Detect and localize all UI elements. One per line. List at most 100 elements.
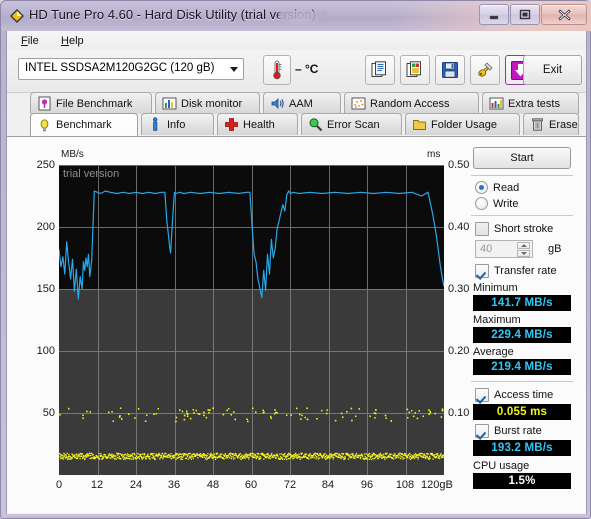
- copy-pages-icon[interactable]: [365, 55, 395, 85]
- tab-row-primary: Benchmark Info Health Error Scan Folder …: [7, 113, 586, 136]
- x-tick-108: 108: [395, 479, 415, 491]
- y2-axis-unit-label: ms: [427, 149, 441, 160]
- short-stroke-label: Short stroke: [494, 223, 554, 235]
- plot-svg: [59, 165, 444, 475]
- tab-erase[interactable]: Erase: [523, 113, 579, 135]
- menu-help[interactable]: Help: [55, 34, 90, 48]
- title-blurred-text: [279, 11, 327, 23]
- y-axis-unit-label: MB/s: [61, 149, 84, 160]
- transfer-rate-checkbox-indicator: [475, 264, 489, 278]
- access-time-value: 0.055 ms: [496, 406, 548, 418]
- radio-write[interactable]: Write: [475, 197, 518, 210]
- burst-rate-label: Burst rate: [494, 425, 542, 437]
- minimum-value-box: 141.7 MB/s: [473, 295, 571, 311]
- minimize-button[interactable]: [479, 4, 509, 25]
- bulb-icon: [37, 118, 52, 133]
- scatter-icon: [351, 96, 366, 111]
- short-stroke-stepper[interactable]: 40: [475, 240, 533, 258]
- y-tick-100: 100: [36, 345, 55, 357]
- tab-error-scan[interactable]: Error Scan: [301, 113, 402, 135]
- tab-folder-usage[interactable]: Folder Usage: [405, 113, 520, 135]
- chevron-down-icon[interactable]: [225, 59, 243, 79]
- info-icon: [148, 117, 163, 132]
- radio-read-label: Read: [493, 181, 520, 194]
- tab-bar: File Benchmark Disk monitor AAM Random A…: [7, 92, 586, 137]
- trash-icon: [530, 117, 545, 132]
- stepper-down-icon[interactable]: [517, 250, 530, 257]
- tab-health[interactable]: Health: [217, 113, 298, 135]
- maximum-value-box: 229.4 MB/s: [473, 327, 571, 343]
- cpu-usage-value: 1.5%: [508, 475, 536, 487]
- speaker-icon: [270, 96, 285, 111]
- tab-random-access[interactable]: Random Access: [344, 92, 479, 114]
- radio-read[interactable]: Read: [475, 181, 519, 194]
- checkbox-burst-rate[interactable]: Burst rate: [475, 424, 542, 438]
- hd-tune-pro-window: HD Tune Pro 4.60 - Hard Disk Utility (tr…: [0, 0, 591, 519]
- tab-row-secondary: File Benchmark Disk monitor AAM Random A…: [7, 92, 586, 114]
- tab-label: AAM: [289, 97, 313, 110]
- exit-button[interactable]: Exit: [523, 55, 582, 85]
- divider: [471, 381, 573, 382]
- tab-label: File Benchmark: [56, 97, 133, 110]
- access-time-checkbox-indicator: [475, 388, 489, 402]
- start-button[interactable]: Start: [473, 147, 571, 169]
- toolbar: INTEL SSDSA2M120G2GC (120 gB) – °C Exit: [7, 50, 586, 93]
- average-label: Average: [473, 346, 514, 358]
- stepper-up-icon[interactable]: [517, 242, 530, 249]
- benchmark-chart: MB/s ms 250 200 150 100 50 0.50 0.40 0.3…: [23, 143, 470, 503]
- tab-benchmark[interactable]: Benchmark: [30, 113, 138, 136]
- results-panel: Start Read Write Short stroke 40 gB Tran…: [469, 143, 575, 505]
- plug-settings-icon[interactable]: [470, 55, 500, 85]
- y-tick-50: 50: [42, 407, 55, 419]
- x-tick-72: 72: [283, 479, 297, 491]
- x-tick-0: 0: [55, 479, 63, 491]
- radio-write-label: Write: [493, 197, 519, 210]
- access-time-value-box: 0.055 ms: [473, 404, 571, 420]
- temperature-value: – °C: [295, 62, 319, 76]
- cpu-usage-label: CPU usage: [473, 460, 530, 472]
- close-button[interactable]: [541, 4, 587, 25]
- x-tick-84: 84: [321, 479, 335, 491]
- y-tick-150: 150: [36, 283, 55, 295]
- average-value-box: 219.4 MB/s: [473, 359, 571, 375]
- x-tick-120: 120gB: [421, 479, 453, 491]
- tab-label: Health: [243, 118, 275, 131]
- checkbox-transfer-rate[interactable]: Transfer rate: [475, 264, 557, 278]
- divider: [471, 175, 573, 176]
- maximum-label: Maximum: [473, 314, 521, 326]
- x-tick-96: 96: [360, 479, 374, 491]
- menu-file[interactable]: FFileile: [15, 34, 45, 48]
- radio-write-indicator: [475, 197, 488, 210]
- drive-select-value: INTEL SSDSA2M120G2GC (120 gB): [25, 62, 215, 74]
- tab-label: Folder Usage: [431, 118, 498, 131]
- tab-label: Erase: [549, 118, 578, 131]
- short-stroke-checkbox-indicator: [475, 222, 489, 236]
- thermometer-icon[interactable]: [263, 55, 291, 85]
- tab-label: Error Scan: [327, 118, 380, 131]
- tab-label: Info: [167, 118, 186, 131]
- copy-image-icon[interactable]: [400, 55, 430, 85]
- drive-select-dropdown[interactable]: INTEL SSDSA2M120G2GC (120 gB): [18, 58, 244, 80]
- burst-rate-value: 193.2 MB/s: [491, 442, 553, 454]
- tab-info[interactable]: Info: [141, 113, 214, 135]
- client-area: FFileile Help INTEL SSDSA2M120G2GC (120 …: [6, 31, 587, 515]
- tab-extra-tests[interactable]: Extra tests: [482, 92, 579, 114]
- folder-icon: [412, 117, 427, 132]
- maximize-button[interactable]: [510, 4, 540, 25]
- x-tick-36: 36: [167, 479, 181, 491]
- tab-disk-monitor[interactable]: Disk monitor: [155, 92, 260, 114]
- burst-rate-value-box: 193.2 MB/s: [473, 440, 571, 456]
- exit-label: Exit: [542, 64, 563, 76]
- stepper-buttons[interactable]: [517, 242, 530, 257]
- checkbox-access-time[interactable]: Access time: [475, 388, 553, 402]
- window-bottom-edge: [6, 514, 587, 518]
- plot-area[interactable]: trial version: [59, 165, 444, 475]
- floppy-save-icon[interactable]: [435, 55, 465, 85]
- x-tick-24: 24: [129, 479, 143, 491]
- checkbox-short-stroke[interactable]: Short stroke: [475, 222, 553, 236]
- tab-file-benchmark[interactable]: File Benchmark: [30, 92, 152, 114]
- transfer-rate-label: Transfer rate: [494, 265, 557, 277]
- app-icon: [9, 8, 25, 24]
- tab-aam[interactable]: AAM: [263, 92, 341, 114]
- minimum-value: 141.7 MB/s: [491, 297, 553, 309]
